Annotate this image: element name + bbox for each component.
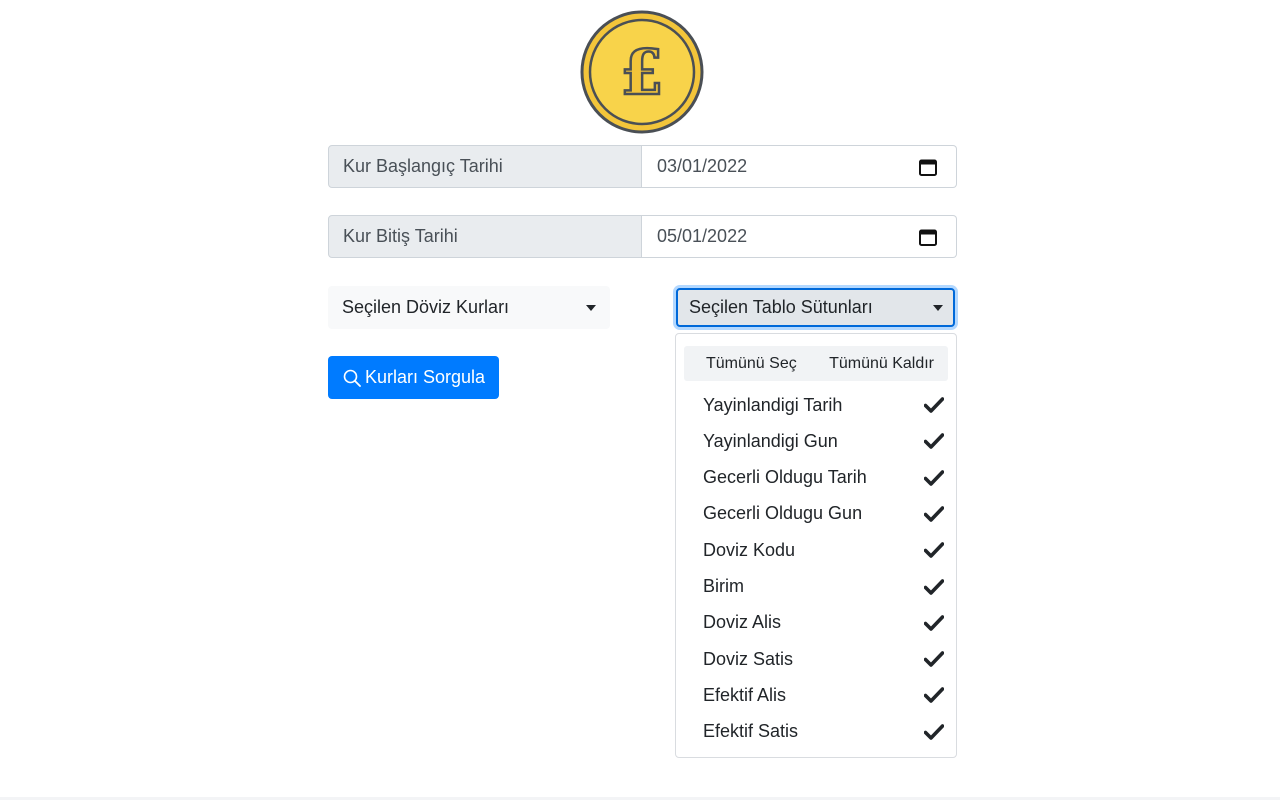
deselect-all-button[interactable]: Tümünü Kaldır xyxy=(829,355,934,373)
columns-dropdown-menu: Tümünü Seç Tümünü Kaldır Yayinlandigi Ta… xyxy=(675,333,957,758)
column-option[interactable]: Gecerli Oldugu Tarih xyxy=(676,460,956,496)
start-date-label: Kur Başlangıç Tarihi xyxy=(328,145,642,188)
column-option-label: Doviz Satis xyxy=(703,648,794,669)
checkmark-icon xyxy=(924,397,944,413)
checkmark-icon xyxy=(924,542,944,558)
currency-select-label: Seçilen Döviz Kurları xyxy=(342,297,510,317)
search-icon xyxy=(343,369,361,387)
column-option[interactable]: Birim xyxy=(676,569,956,605)
columns-select-label: Seçilen Tablo Sütunları xyxy=(689,297,873,317)
start-date-input[interactable]: 03/01/2022 xyxy=(642,145,957,188)
checkmark-icon xyxy=(924,578,944,595)
checkmark-icon xyxy=(924,614,944,631)
end-date-group: Kur Bitiş Tarihi 05/01/2022 xyxy=(328,215,957,258)
chevron-down-icon xyxy=(933,304,943,311)
search-rates-button[interactable]: Kurları Sorgula xyxy=(328,356,499,399)
column-option[interactable]: Doviz Alis xyxy=(676,605,956,641)
column-option[interactable]: Gecerli Oldugu Gun xyxy=(676,496,956,532)
column-option-label: Efektif Alis xyxy=(703,684,787,705)
column-option[interactable]: Doviz Kodu xyxy=(676,532,956,568)
currency-select-button[interactable]: Seçilen Döviz Kurları xyxy=(328,286,610,329)
checkmark-icon xyxy=(924,469,944,486)
bulk-actions-bar: Tümünü Seç Tümünü Kaldır xyxy=(684,346,948,381)
column-option[interactable]: Doviz Satis xyxy=(676,641,956,677)
start-date-group: Kur Başlangıç Tarihi 03/01/2022 xyxy=(328,145,957,188)
start-date-value: 03/01/2022 xyxy=(657,156,748,176)
select-all-button[interactable]: Tümünü Seç xyxy=(706,355,797,373)
column-option-label: Doviz Kodu xyxy=(703,539,796,560)
checkmark-icon xyxy=(924,723,944,740)
columns-select-button[interactable]: Seçilen Tablo Sütunları xyxy=(676,288,955,327)
column-option-label: Gecerli Oldugu Gun xyxy=(703,503,863,524)
search-rates-label: Kurları Sorgula xyxy=(365,367,486,387)
end-date-value: 05/01/2022 xyxy=(657,226,748,246)
checkmark-icon xyxy=(924,651,944,667)
calendar-icon[interactable] xyxy=(918,157,938,177)
column-option-label: Yayinlandigi Gun xyxy=(703,430,838,451)
pound-coin-logo: £ xyxy=(580,10,704,134)
end-date-label: Kur Bitiş Tarihi xyxy=(328,215,642,258)
column-option-label: Efektif Satis xyxy=(703,721,799,742)
checkmark-icon xyxy=(924,687,944,704)
column-option-label: Yayinlandigi Tarih xyxy=(703,394,843,415)
checkmark-icon xyxy=(924,433,944,450)
column-option[interactable]: Yayinlandigi Tarih xyxy=(676,387,956,423)
calendar-icon[interactable] xyxy=(918,227,938,247)
column-option-label: Birim xyxy=(703,576,744,596)
chevron-down-icon xyxy=(586,304,596,311)
column-option-label: Doviz Alis xyxy=(703,612,782,633)
checkmark-icon xyxy=(924,506,944,522)
end-date-input[interactable]: 05/01/2022 xyxy=(642,215,957,258)
column-option[interactable]: Yayinlandigi Gun xyxy=(676,423,956,459)
column-option[interactable]: Efektif Alis xyxy=(676,677,956,713)
column-option[interactable]: Efektif Satis xyxy=(676,714,956,750)
column-option-label: Gecerli Oldugu Tarih xyxy=(703,467,867,488)
svg-text:£: £ xyxy=(620,36,663,109)
